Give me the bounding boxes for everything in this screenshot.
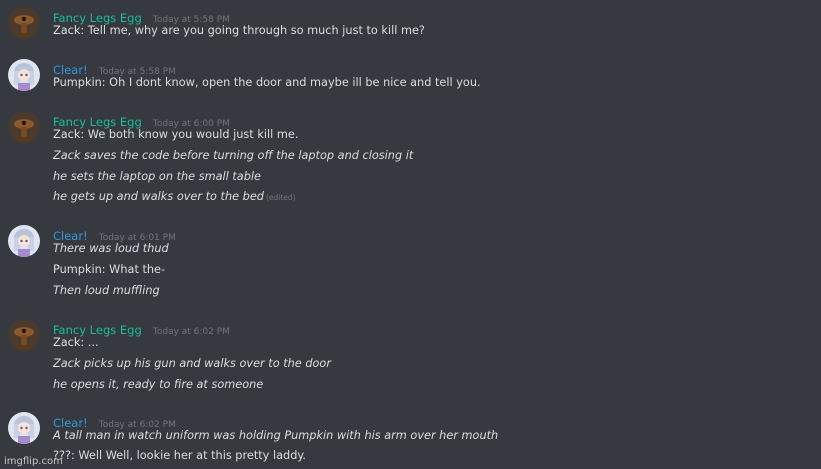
username[interactable]: Clear! bbox=[53, 416, 88, 430]
message-line: ???: Well Well, lookie her at this prett… bbox=[53, 449, 307, 462]
watermark: imgflip.com bbox=[4, 456, 63, 467]
message-line: Pumpkin: Oh I dont know, open the door a… bbox=[53, 76, 481, 89]
username[interactable]: Clear! bbox=[53, 229, 88, 243]
message-line: he gets up and walks over to the bed (edi… bbox=[53, 190, 296, 203]
message-header: Clear! Today at 6:02 PM bbox=[53, 412, 176, 430]
message-line-text: he gets up and walks over to the bed bbox=[53, 190, 264, 203]
clear-avatar-icon[interactable] bbox=[8, 225, 40, 257]
message-header: Clear! Today at 5:58 PM bbox=[53, 59, 176, 77]
fancy-avatar-icon[interactable] bbox=[8, 111, 40, 143]
message-line: Zack: Tell me, why are you going through… bbox=[53, 24, 425, 37]
message-header: Fancy Legs Egg Today at 6:00 PM bbox=[53, 111, 230, 129]
message-line: Zack saves the code before turning off t… bbox=[53, 149, 414, 162]
message-line: Pumpkin: What the- bbox=[53, 263, 166, 276]
username[interactable]: Clear! bbox=[53, 63, 88, 77]
clear-avatar-icon[interactable] bbox=[8, 59, 40, 91]
message-line: he opens it, ready to fire at someone bbox=[53, 378, 264, 391]
fancy-avatar-icon[interactable] bbox=[8, 319, 40, 351]
edited-label: (edited) bbox=[265, 193, 296, 202]
fancy-avatar-icon[interactable] bbox=[8, 7, 40, 39]
message-line: he sets the laptop on the small table bbox=[53, 170, 261, 183]
message-line: There was loud thud bbox=[53, 242, 169, 255]
timestamp: Today at 6:02 PM bbox=[152, 327, 230, 337]
username[interactable]: Fancy Legs Egg bbox=[53, 115, 142, 129]
clear-avatar-icon[interactable] bbox=[8, 412, 40, 444]
message-line: Zack: We both know you would just kill m… bbox=[53, 128, 299, 141]
username[interactable]: Fancy Legs Egg bbox=[53, 11, 142, 25]
message-header: Fancy Legs Egg Today at 5:58 PM bbox=[53, 7, 230, 25]
message-line: Zack: ... bbox=[53, 336, 99, 349]
message-line: Then loud muffling bbox=[53, 284, 160, 297]
message-line: A tall man in watch uniform was holding … bbox=[53, 429, 499, 442]
username[interactable]: Fancy Legs Egg bbox=[53, 323, 142, 337]
message-line: Zack picks up his gun and walks over to … bbox=[53, 357, 331, 370]
message-header: Clear! Today at 6:01 PM bbox=[53, 225, 176, 243]
message-header: Fancy Legs Egg Today at 6:02 PM bbox=[53, 319, 230, 337]
